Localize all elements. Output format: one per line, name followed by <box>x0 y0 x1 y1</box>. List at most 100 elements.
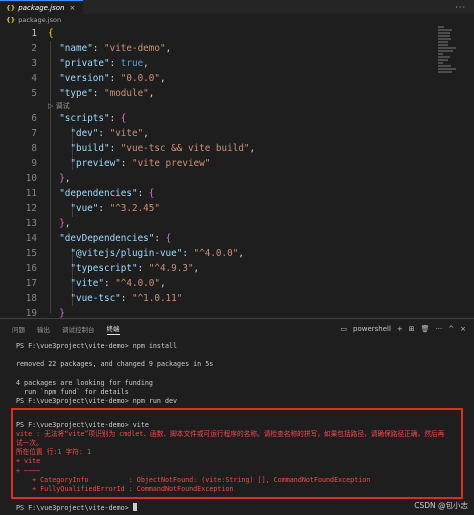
code-token: "^1.0.11" <box>131 293 183 304</box>
line-number: 18 <box>25 293 37 304</box>
code-line[interactable]: 8 "build": "vue-tsc && vite build", <box>0 141 474 156</box>
bottom-panel: 问题 输出 调试控制台 终端 ▭ powershell + ⊞ 🗑 ··· ^ × P… <box>0 318 474 515</box>
code-line[interactable]: 15 "@vitejs/plugin-vue": "^4.0.0", <box>0 246 474 261</box>
code-text: "vite": "^4.0.0", <box>48 276 165 291</box>
code-line[interactable]: 3 "private": true, <box>0 56 474 71</box>
tab-package-json[interactable]: {} package.json × <box>0 0 84 14</box>
code-token: , <box>143 128 149 139</box>
terminal-line: 试一次。 <box>16 439 43 448</box>
terminal-line: run `npm fund` for details <box>16 388 129 397</box>
tab-more-actions-icon[interactable]: ··· <box>455 0 474 14</box>
code-token: , <box>193 263 200 274</box>
code-line[interactable]: 11 "dependencies": { <box>0 186 474 201</box>
line-number: 17 <box>25 278 37 289</box>
line-number: 1 <box>31 28 37 39</box>
code-token: "scripts" <box>59 113 110 124</box>
code-line[interactable]: 18 "vue-tsc": "^1.0.11" <box>0 291 474 306</box>
code-token: , <box>249 143 256 154</box>
new-terminal-icon[interactable]: + <box>397 325 403 333</box>
more-actions-icon[interactable]: ··· <box>436 325 443 333</box>
trash-icon[interactable]: 🗑 <box>421 325 430 333</box>
code-editor[interactable]: ▷ 调试 1{2 "name": "vite-demo", 3 "private"… <box>0 26 474 334</box>
code-token: "^4.0.0" <box>193 248 239 259</box>
code-token: { <box>48 28 54 39</box>
code-token: , <box>238 248 244 259</box>
panel-tab-2[interactable]: 调试控制台 <box>62 324 95 334</box>
line-number: 12 <box>25 203 37 214</box>
tab-close-icon[interactable]: × <box>69 4 75 12</box>
terminal-line-text: PS F:\vue3project\vite-demo> npm install <box>16 342 178 350</box>
debug-code-lens[interactable]: ▷ 调试 <box>48 101 70 111</box>
code-token: "private" <box>59 58 110 69</box>
code-token: , <box>143 58 149 69</box>
terminal-line: PS F:\vue3project\vite-demo> <box>16 503 137 513</box>
code-token: : <box>109 58 121 69</box>
code-token: : <box>109 73 121 84</box>
code-token: "^4.9.3" <box>148 263 194 274</box>
code-line[interactable]: 10 }, <box>0 171 474 186</box>
panel-tab-3[interactable]: 终端 <box>106 323 120 335</box>
terminal-line: PS F:\vue3project\vite-demo> vite <box>16 421 149 430</box>
code-line[interactable]: 4 "version": "0.0.0", <box>0 71 474 86</box>
terminal-line: + FullyQualifiedErrorId : CommandNotFoun… <box>16 485 233 494</box>
split-terminal-icon[interactable]: ⊞ <box>409 325 415 333</box>
json-file-icon: {} <box>6 16 16 24</box>
code-text: "name": "vite-demo", <box>48 41 171 56</box>
code-token: "vite-demo" <box>104 43 166 54</box>
terminal-cursor <box>132 503 137 512</box>
code-text: "vue-tsc": "^1.0.11" <box>48 291 182 306</box>
code-line[interactable]: 2 "name": "vite-demo", <box>0 41 474 56</box>
watermark: CSDN @包小志 <box>414 501 468 510</box>
code-token: "@vitejs/plugin-vue" <box>70 248 183 259</box>
code-token: "version" <box>59 73 110 84</box>
code-line[interactable]: 5 "type": "module", <box>0 86 474 101</box>
code-token: "vite" <box>109 128 144 139</box>
terminal-shell-icon: ▭ <box>340 325 347 333</box>
terminal-line-text: removed 22 packages, and changed 9 packa… <box>16 360 214 369</box>
maximize-panel-icon[interactable]: ^ <box>448 325 454 333</box>
code-text: "build": "vue-tsc && vite build", <box>48 141 255 156</box>
close-panel-icon[interactable]: × <box>460 325 466 333</box>
breadcrumb-file[interactable]: package.json <box>18 16 61 24</box>
terminal-line-text: + FullyQualifiedErrorId : CommandNotFoun… <box>16 485 234 493</box>
code-token: { <box>165 233 172 244</box>
code-line[interactable]: 13 }, <box>0 216 474 231</box>
code-token: "typescript" <box>70 263 138 274</box>
code-text: "typescript": "^4.9.3", <box>48 261 199 276</box>
editor-tab-bar: {} package.json × ··· <box>0 0 474 14</box>
code-line[interactable]: 7 "dev": "vite", <box>0 126 474 141</box>
code-token: "vue" <box>70 203 99 214</box>
code-line[interactable]: 1{ <box>0 26 474 41</box>
code-token: : <box>109 143 121 154</box>
code-text: { <box>48 26 54 41</box>
code-token: "vue-tsc && vite build" <box>120 143 250 154</box>
code-line[interactable]: 17 "vite": "^4.0.0", <box>0 276 474 291</box>
line-number: 14 <box>25 233 37 244</box>
code-text: "vue": "^3.2.45" <box>48 201 160 216</box>
terminal-line: + vite <box>16 457 40 466</box>
line-number: 15 <box>25 248 37 259</box>
code-line[interactable]: 16 "typescript": "^4.9.3", <box>0 261 474 276</box>
line-number: 6 <box>31 113 37 124</box>
line-number: 16 <box>25 263 37 274</box>
panel-tab-1[interactable]: 输出 <box>37 324 50 334</box>
code-line[interactable]: 14 "devDependencies": { <box>0 231 474 246</box>
code-token: : <box>137 263 149 274</box>
code-token: { <box>148 188 155 199</box>
terminal-line: PS F:\vue3project\vite-demo> npm install <box>16 342 177 351</box>
code-token: : <box>98 128 110 139</box>
panel-tab-0[interactable]: 问题 <box>12 324 25 334</box>
terminal-line-text: 试一次。 <box>16 439 43 447</box>
line-number: 13 <box>25 218 37 229</box>
code-line[interactable]: 12 "vue": "^3.2.45" <box>0 201 474 216</box>
terminal-shell-label[interactable]: powershell <box>353 325 391 333</box>
code-line[interactable]: 6 "scripts": { <box>0 111 474 126</box>
code-line[interactable]: 9 "preview": "vite preview" <box>0 156 474 171</box>
